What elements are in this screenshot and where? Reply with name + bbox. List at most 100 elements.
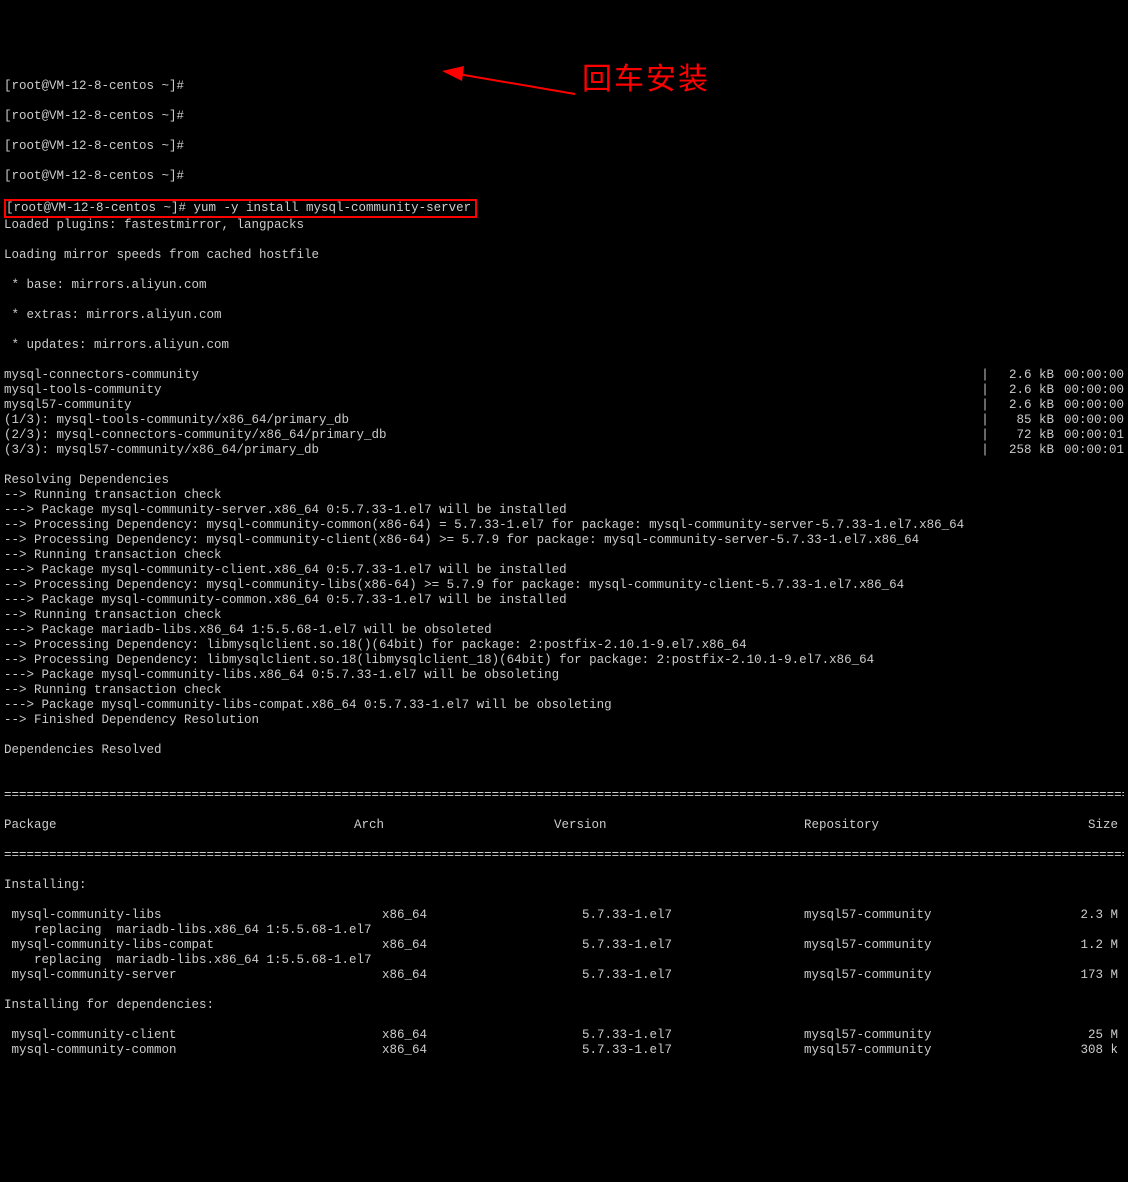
dependency-line: --> Finished Dependency Resolution xyxy=(4,713,1124,728)
pkg-repo: mysql57-community xyxy=(804,1043,1074,1058)
pkg-version: 5.7.33-1.el7 xyxy=(582,1043,804,1058)
package-row: mysql-community-commonx86_645.7.33-1.el7… xyxy=(4,1043,1124,1058)
download-size: 72 kB xyxy=(994,428,1054,443)
col-size: Size xyxy=(1074,818,1124,833)
pkg-arch: x86_64 xyxy=(382,1043,582,1058)
download-row: (3/3): mysql57-community/x86_64/primary_… xyxy=(4,443,1124,458)
pkg-repo: mysql57-community xyxy=(804,968,1074,983)
output-line: * base: mirrors.aliyun.com xyxy=(4,278,1124,293)
download-size: 2.6 kB xyxy=(994,398,1054,413)
package-row: mysql-community-clientx86_645.7.33-1.el7… xyxy=(4,1028,1124,1043)
col-package: Package xyxy=(4,818,354,833)
pkg-version: 5.7.33-1.el7 xyxy=(582,1028,804,1043)
col-version: Version xyxy=(554,818,804,833)
pkg-size: 308 k xyxy=(1074,1043,1124,1058)
dependency-line: ---> Package mysql-community-server.x86_… xyxy=(4,503,1124,518)
output-line: Loaded plugins: fastestmirror, langpacks xyxy=(4,218,1124,233)
dependency-line: --> Processing Dependency: mysql-communi… xyxy=(4,533,1124,548)
shell-prompt[interactable]: [root@VM-12-8-centos ~]# xyxy=(4,79,1124,94)
section-installing: Installing: xyxy=(4,878,1124,893)
rule-line: ========================================… xyxy=(4,848,1124,863)
dependency-line: Resolving Dependencies xyxy=(4,473,1124,488)
download-row: mysql-tools-community|2.6 kB00:00:00 xyxy=(4,383,1124,398)
download-name: (1/3): mysql-tools-community/x86_64/prim… xyxy=(4,413,976,428)
dependency-line: ---> Package mysql-community-common.x86_… xyxy=(4,593,1124,608)
download-progress-block: mysql-connectors-community|2.6 kB00:00:0… xyxy=(4,368,1124,458)
pkg-arch: x86_64 xyxy=(382,908,582,923)
download-size: 258 kB xyxy=(994,443,1054,458)
pkg-size: 2.3 M xyxy=(1074,908,1124,923)
pkg-arch: x86_64 xyxy=(382,968,582,983)
install-rows: mysql-community-libsx86_645.7.33-1.el7my… xyxy=(4,908,1124,983)
dependency-line xyxy=(4,758,1124,773)
dependency-line: --> Processing Dependency: mysql-communi… xyxy=(4,518,1124,533)
rule-line: ========================================… xyxy=(4,788,1124,803)
dependency-line: --> Running transaction check xyxy=(4,488,1124,503)
dependency-line: --> Running transaction check xyxy=(4,683,1124,698)
download-time: 00:00:00 xyxy=(1054,368,1124,383)
pkg-name: mysql-community-client xyxy=(4,1028,382,1043)
col-repo: Repository xyxy=(804,818,1074,833)
pipe-separator: | xyxy=(976,383,994,398)
pkg-size: 1.2 M xyxy=(1074,938,1124,953)
pipe-separator: | xyxy=(976,413,994,428)
section-installing-deps: Installing for dependencies: xyxy=(4,998,1124,1013)
dependency-line: ---> Package mariadb-libs.x86_64 1:5.5.6… xyxy=(4,623,1124,638)
replacing-line: replacing mariadb-libs.x86_64 1:5.5.68-1… xyxy=(4,923,1124,938)
download-time: 00:00:00 xyxy=(1054,398,1124,413)
dependency-line: ---> Package mysql-community-client.x86_… xyxy=(4,563,1124,578)
dependency-line: --> Processing Dependency: libmysqlclien… xyxy=(4,653,1124,668)
terminal-output: [root@VM-12-8-centos ~]# [root@VM-12-8-c… xyxy=(4,64,1124,1073)
dependency-line: --> Running transaction check xyxy=(4,608,1124,623)
dependency-line: --> Processing Dependency: libmysqlclien… xyxy=(4,638,1124,653)
download-time: 00:00:01 xyxy=(1054,428,1124,443)
pkg-repo: mysql57-community xyxy=(804,938,1074,953)
shell-prompt-text: [root@VM-12-8-centos ~]# xyxy=(6,201,194,215)
download-size: 2.6 kB xyxy=(994,383,1054,398)
download-time: 00:00:00 xyxy=(1054,383,1124,398)
pipe-separator: | xyxy=(976,368,994,383)
col-arch: Arch xyxy=(354,818,554,833)
dependency-line: --> Running transaction check xyxy=(4,548,1124,563)
pkg-size: 25 M xyxy=(1074,1028,1124,1043)
download-size: 2.6 kB xyxy=(994,368,1054,383)
dependency-line xyxy=(4,728,1124,743)
deps-rows: mysql-community-clientx86_645.7.33-1.el7… xyxy=(4,1028,1124,1058)
output-line: Loading mirror speeds from cached hostfi… xyxy=(4,248,1124,263)
download-row: mysql57-community|2.6 kB00:00:00 xyxy=(4,398,1124,413)
shell-prompt[interactable]: [root@VM-12-8-centos ~]# xyxy=(4,139,1124,154)
shell-prompt[interactable]: [root@VM-12-8-centos ~]# xyxy=(4,109,1124,124)
pkg-arch: x86_64 xyxy=(382,938,582,953)
download-name: (3/3): mysql57-community/x86_64/primary_… xyxy=(4,443,976,458)
output-line: * extras: mirrors.aliyun.com xyxy=(4,308,1124,323)
pipe-separator: | xyxy=(976,443,994,458)
pkg-repo: mysql57-community xyxy=(804,908,1074,923)
package-row: mysql-community-libs-compatx86_645.7.33-… xyxy=(4,938,1124,953)
pkg-name: mysql-community-server xyxy=(4,968,382,983)
download-time: 00:00:00 xyxy=(1054,413,1124,428)
highlighted-command: [root@VM-12-8-centos ~]# yum -y install … xyxy=(4,199,477,218)
dependency-line: ---> Package mysql-community-libs-compat… xyxy=(4,698,1124,713)
download-name: (2/3): mysql-connectors-community/x86_64… xyxy=(4,428,976,443)
shell-command-text: yum -y install mysql-community-server xyxy=(194,201,472,215)
replacing-line: replacing mariadb-libs.x86_64 1:5.5.68-1… xyxy=(4,953,1124,968)
pkg-repo: mysql57-community xyxy=(804,1028,1074,1043)
dependency-line: --> Processing Dependency: mysql-communi… xyxy=(4,578,1124,593)
pipe-separator: | xyxy=(976,398,994,413)
pkg-name: mysql-community-common xyxy=(4,1043,382,1058)
pkg-name: mysql-community-libs xyxy=(4,908,382,923)
download-time: 00:00:01 xyxy=(1054,443,1124,458)
pipe-separator: | xyxy=(976,428,994,443)
pkg-version: 5.7.33-1.el7 xyxy=(582,938,804,953)
dependency-line: Dependencies Resolved xyxy=(4,743,1124,758)
package-row: mysql-community-serverx86_645.7.33-1.el7… xyxy=(4,968,1124,983)
download-row: (2/3): mysql-connectors-community/x86_64… xyxy=(4,428,1124,443)
dependency-line: ---> Package mysql-community-libs.x86_64… xyxy=(4,668,1124,683)
output-line: * updates: mirrors.aliyun.com xyxy=(4,338,1124,353)
pkg-name: mysql-community-libs-compat xyxy=(4,938,382,953)
download-row: (1/3): mysql-tools-community/x86_64/prim… xyxy=(4,413,1124,428)
pkg-version: 5.7.33-1.el7 xyxy=(582,968,804,983)
download-name: mysql-connectors-community xyxy=(4,368,976,383)
shell-prompt[interactable]: [root@VM-12-8-centos ~]# xyxy=(4,169,1124,184)
package-table-header: Package Arch Version Repository Size xyxy=(4,818,1124,833)
